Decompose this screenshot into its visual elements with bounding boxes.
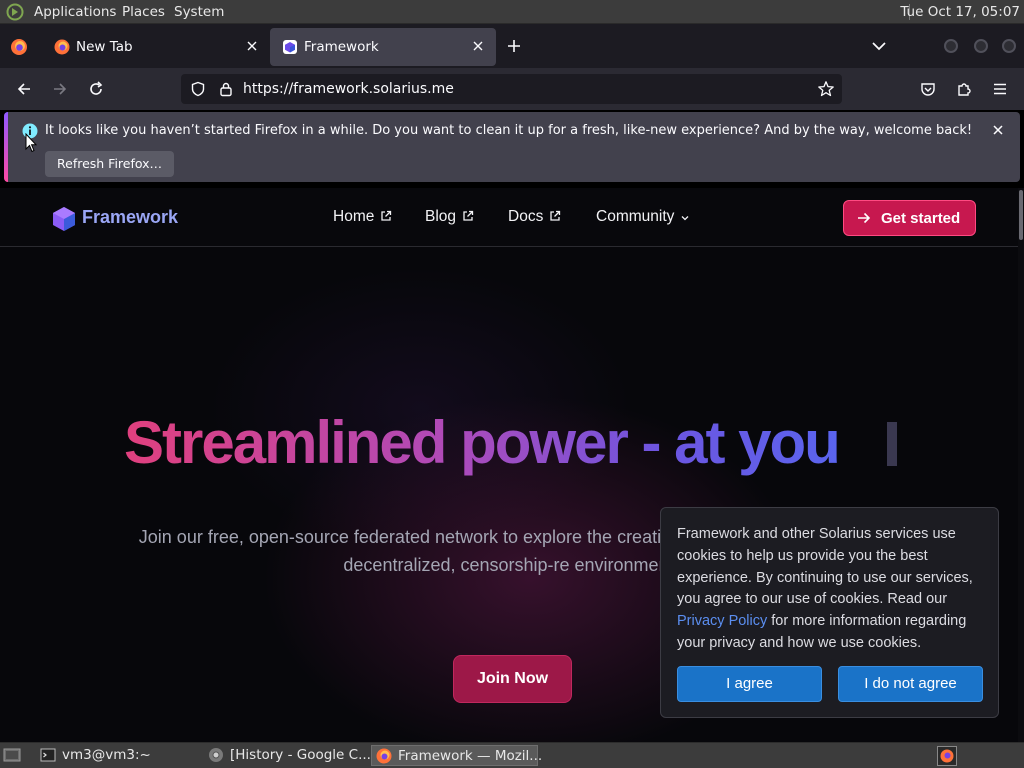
cookie-consent-banner: Framework and other Solarius services us… (660, 507, 999, 718)
nav-community-label: Community (596, 208, 675, 225)
new-tab-plus-icon[interactable] (506, 38, 522, 54)
join-now-button[interactable]: Join Now (453, 655, 572, 703)
privacy-policy-link[interactable]: Privacy Policy (677, 613, 767, 629)
nav-blog-label: Blog (425, 208, 457, 225)
nav-blog[interactable]: Blog (425, 208, 474, 226)
hero-title: Streamlined power - at you (124, 409, 841, 476)
address-bar[interactable]: https://framework.solarius.me (181, 74, 842, 104)
back-arrow-icon[interactable] (16, 81, 32, 97)
cookie-disagree-button[interactable]: I do not agree (838, 666, 983, 702)
notification-accent (4, 112, 8, 182)
menu-system[interactable]: System (174, 4, 224, 20)
menu-applications[interactable]: Applications (34, 4, 116, 20)
url-text: https://framework.solarius.me (243, 81, 454, 97)
terminal-icon (40, 747, 56, 763)
chrome-icon (208, 747, 224, 763)
forward-arrow-icon[interactable] (52, 81, 68, 97)
close-icon[interactable] (992, 124, 1004, 136)
external-link-icon (381, 210, 392, 221)
top-panel: Applications Places System Tue Oct 17, 0… (0, 0, 1024, 24)
framework-logo-icon[interactable] (52, 206, 76, 232)
external-link-icon (550, 210, 561, 221)
typing-cursor (887, 422, 897, 466)
nav-community[interactable]: Community (596, 208, 690, 226)
firefox-icon (376, 748, 392, 764)
extensions-puzzle-icon[interactable] (956, 81, 972, 97)
maximize-button[interactable] (974, 39, 988, 53)
tab-strip: New Tab Framework (0, 24, 1024, 68)
lock-icon[interactable] (218, 81, 234, 97)
external-link-icon (463, 210, 474, 221)
notification-message: It looks like you haven’t started Firefo… (45, 123, 973, 138)
close-icon[interactable] (246, 40, 258, 52)
arrow-right-icon (857, 211, 871, 225)
firefox-icon (54, 39, 70, 55)
show-desktop-icon[interactable] (3, 747, 21, 763)
nav-home[interactable]: Home (333, 208, 392, 226)
taskbar: vm3@vm3:~ [History - Google C... Framewo… (0, 742, 1024, 768)
taskbar-item-label: [History - Google C... (230, 747, 371, 763)
bookmark-star-icon[interactable] (817, 80, 835, 98)
site-header: Framework Home Blog Docs Community Get s… (0, 188, 1018, 247)
nav-docs[interactable]: Docs (508, 208, 561, 226)
reload-icon[interactable] (88, 81, 104, 97)
tab-new-tab[interactable]: New Tab (42, 28, 270, 66)
site-name[interactable]: Framework (82, 207, 178, 228)
taskbar-item-firefox[interactable]: Framework — Mozil... (371, 745, 542, 766)
distro-logo-icon[interactable] (6, 3, 24, 21)
taskbar-item-terminal[interactable]: vm3@vm3:~ (36, 745, 200, 766)
tab-title: Framework (304, 39, 379, 55)
pocket-icon[interactable] (920, 81, 936, 97)
close-window-button[interactable] (1002, 39, 1016, 53)
menu-places[interactable]: Places (122, 4, 165, 20)
refresh-firefox-button[interactable]: Refresh Firefox… (45, 151, 175, 177)
navigation-toolbar: https://framework.solarius.me (0, 68, 1024, 110)
chevron-down-icon (681, 216, 689, 221)
cookie-agree-button[interactable]: I agree (677, 666, 822, 702)
tab-framework[interactable]: Framework (270, 28, 496, 66)
scrollbar-thumb[interactable] (1019, 190, 1023, 240)
mouse-pointer-icon (25, 133, 37, 153)
firefox-view-icon[interactable] (10, 38, 28, 56)
close-icon[interactable] (472, 40, 484, 52)
web-page: Framework Home Blog Docs Community Get s… (0, 188, 1024, 742)
nav-docs-label: Docs (508, 208, 544, 225)
chevron-down-icon[interactable] (871, 41, 887, 51)
minimize-button[interactable] (944, 39, 958, 53)
workspace-firefox-icon[interactable] (937, 746, 957, 766)
get-started-label: Get started (881, 210, 961, 227)
clock[interactable]: Tue Oct 17, 05:07 (900, 4, 1020, 20)
shield-icon[interactable] (190, 81, 206, 97)
taskbar-item-chrome[interactable]: [History - Google C... (204, 745, 371, 766)
cookie-text-before: Framework and other Solarius services us… (677, 526, 973, 608)
hamburger-menu-icon[interactable] (992, 81, 1008, 97)
cookie-message: Framework and other Solarius services us… (677, 524, 989, 655)
nav-home-label: Home (333, 208, 375, 225)
get-started-button[interactable]: Get started (843, 200, 976, 236)
tab-title: New Tab (76, 39, 133, 55)
taskbar-item-label: vm3@vm3:~ (62, 747, 151, 763)
scrollbar[interactable] (1018, 188, 1024, 742)
taskbar-item-label: Framework — Mozil... (398, 748, 543, 764)
framework-logo-icon (282, 39, 298, 55)
notification-bar: It looks like you haven’t started Firefo… (4, 112, 1020, 182)
